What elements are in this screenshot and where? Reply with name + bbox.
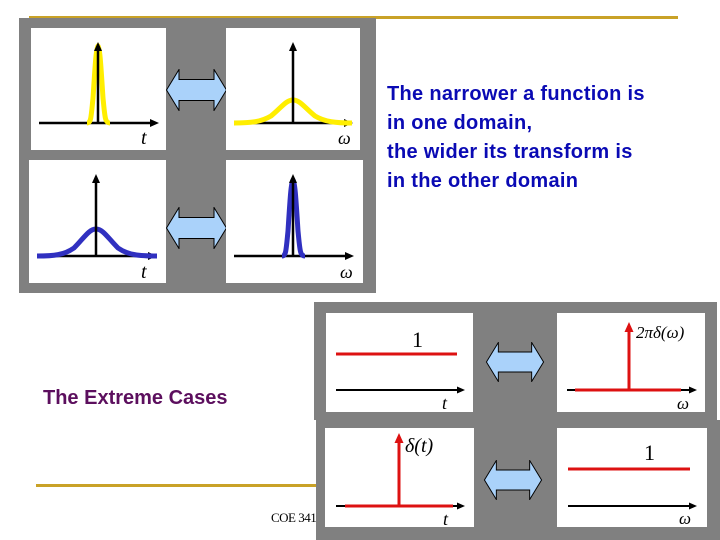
axis-label-omega: ω (679, 509, 691, 527)
vertical-axis-arrowhead (289, 174, 297, 183)
time-axis-arrowhead (457, 386, 465, 394)
freq-axis-arrowhead (345, 252, 354, 260)
bottom-rule (36, 484, 326, 487)
vertical-axis-arrowhead (289, 42, 297, 51)
transform-pair-arrow (485, 342, 545, 382)
axis-label-t: t (141, 261, 147, 283)
plot-narrow-gaussian-time: t (31, 28, 166, 150)
plot-constant-freq: 1 ω (557, 428, 707, 527)
vertical-axis-arrowhead (92, 174, 100, 183)
caption-line: the wider its transform is (387, 141, 633, 163)
plot-narrow-gaussian-freq: ω (226, 160, 363, 283)
impulse-label: δ(t) (405, 435, 434, 457)
plot-constant-time: 1 t (326, 313, 473, 412)
level-label: 1 (644, 440, 655, 465)
plot-wide-gaussian-freq: ω (226, 28, 360, 150)
footer-course-code: COE 341 (271, 510, 317, 525)
impulse-label: 2πδ(ω) (636, 323, 685, 342)
plot-wide-gaussian-time: t (29, 160, 166, 283)
transform-pair-arrow (483, 460, 543, 500)
axis-label-t: t (141, 127, 147, 149)
plot-impulse-freq: 2πδ(ω) ω (557, 313, 705, 412)
level-label: 1 (412, 327, 423, 352)
caption-text: The narrower a function is in one domain… (387, 80, 707, 196)
caption-line: The narrower a function is (387, 83, 645, 105)
axis-label-omega: ω (338, 128, 351, 148)
impulse-arrowhead (624, 322, 634, 332)
plot-impulse-time: δ(t) t (325, 428, 474, 527)
subtitle-extreme-cases: The Extreme Cases (43, 387, 228, 409)
transform-pair-arrow (166, 69, 227, 111)
axis-label-t: t (442, 393, 448, 412)
axis-label-omega: ω (677, 394, 689, 412)
caption-line: in the other domain (387, 170, 579, 192)
time-axis-arrowhead (150, 119, 159, 127)
axis-label-omega: ω (340, 262, 353, 282)
axis-label-t: t (443, 509, 449, 527)
caption-line: in one domain, (387, 112, 533, 134)
freq-axis-arrowhead (689, 386, 697, 394)
transform-pair-arrow (166, 207, 227, 249)
impulse-arrowhead (394, 433, 404, 443)
time-axis-arrowhead (457, 502, 465, 510)
